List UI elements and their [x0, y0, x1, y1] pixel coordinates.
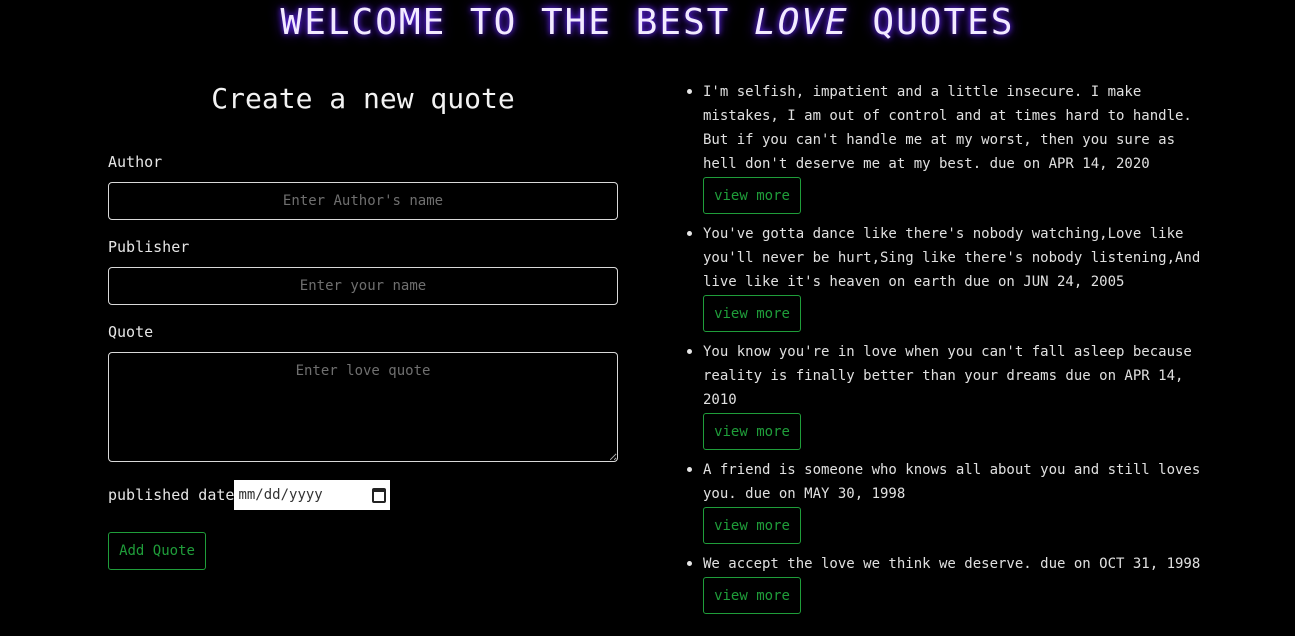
title-prefix: WELCOME TO THE BEST	[280, 2, 731, 43]
published-date-label: published date	[108, 486, 235, 504]
publisher-label: Publisher	[108, 238, 190, 256]
calendar-icon[interactable]	[372, 487, 387, 503]
quote-list: I'm selfish, impatient and a little inse…	[687, 80, 1213, 622]
quote-item: We accept the love we think we deserve. …	[687, 552, 1213, 622]
quote-text: You've gotta dance like there's nobody w…	[703, 226, 1201, 290]
quote-text: We accept the love we think we deserve. …	[703, 556, 1201, 572]
author-input[interactable]	[108, 182, 618, 220]
page: WELCOME TO THE BEST LOVE QUOTES Create a…	[0, 0, 1295, 636]
published-date-input[interactable]: mm/dd/yyyy	[234, 480, 391, 510]
quote-label: Quote	[108, 323, 154, 341]
quote-textarea[interactable]	[108, 352, 618, 462]
view-more-button[interactable]: view more	[703, 507, 801, 544]
quote-item: A friend is someone who knows all about …	[687, 458, 1213, 552]
quote-text: I'm selfish, impatient and a little inse…	[703, 84, 1192, 172]
quote-item: You've gotta dance like there's nobody w…	[687, 222, 1213, 340]
form-heading: Create a new quote	[211, 82, 515, 115]
view-more-button[interactable]: view more	[703, 577, 801, 614]
quote-text: You know you're in love when you can't f…	[703, 344, 1192, 408]
view-more-button[interactable]: view more	[703, 413, 801, 450]
author-label: Author	[108, 153, 163, 171]
published-date-row: published date mm/dd/yyyy	[108, 480, 618, 510]
publisher-input[interactable]	[108, 267, 618, 305]
quote-text: A friend is someone who knows all about …	[703, 462, 1201, 502]
view-more-button[interactable]: view more	[703, 177, 801, 214]
new-quote-form: Create a new quote Author Publisher Quot…	[108, 76, 618, 570]
view-more-button[interactable]: view more	[703, 295, 801, 332]
quote-item: I'm selfish, impatient and a little inse…	[687, 80, 1213, 222]
title-emphasis: LOVE	[754, 2, 849, 43]
quote-item: You know you're in love when you can't f…	[687, 340, 1213, 458]
title-suffix: QUOTES	[872, 2, 1015, 43]
date-value: mm/dd/yyyy	[238, 487, 323, 503]
add-quote-button[interactable]: Add Quote	[108, 532, 206, 570]
page-title: WELCOME TO THE BEST LOVE QUOTES	[0, 2, 1295, 43]
